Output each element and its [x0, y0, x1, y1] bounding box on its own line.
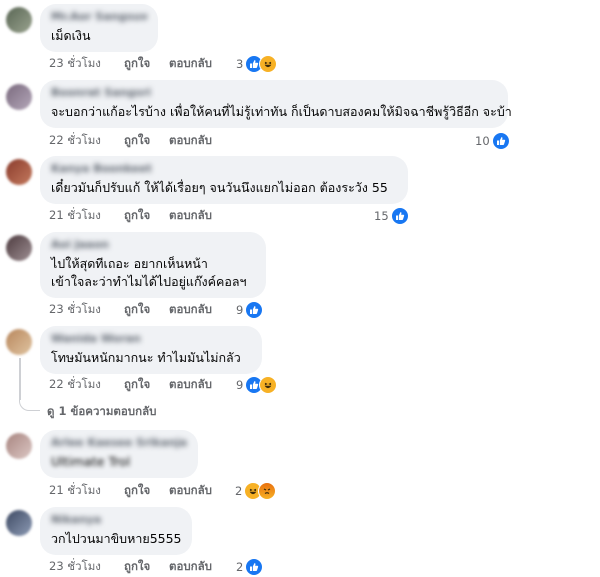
- reaction-summary[interactable]: 2: [236, 558, 264, 576]
- like-icon: [245, 558, 264, 576]
- like-button[interactable]: ถูกใจ: [124, 132, 169, 150]
- comment-text-line: ไปให้สุดทีเถอะ อยากเห็นหน้า: [51, 256, 208, 271]
- like-icon: [491, 132, 510, 150]
- comment-bubble: Kanya Boonkeet เดี๋ยวมันก็ปรับแก้ ให้ได้…: [40, 156, 408, 204]
- view-replies-link[interactable]: ดู 1 ข้อความตอบกลับ: [47, 403, 156, 421]
- comment-timestamp[interactable]: 23 ชั่วโมง: [49, 55, 124, 73]
- comment-bubble: Mr.Aor Sangsuwan เม็ดเงิน: [40, 4, 158, 52]
- reply-button[interactable]: ตอบกลับ: [169, 558, 212, 576]
- like-icon: [245, 301, 264, 319]
- like-button[interactable]: ถูกใจ: [124, 207, 169, 225]
- avatar[interactable]: [6, 235, 32, 261]
- reply-button[interactable]: ตอบกลับ: [169, 301, 212, 319]
- reply-button[interactable]: ตอบกลับ: [169, 55, 212, 73]
- comment-actions: 23 ชั่วโมง ถูกใจ ตอบกลับ: [49, 559, 212, 575]
- avatar[interactable]: [6, 329, 32, 355]
- reaction-count: 9: [236, 378, 244, 392]
- like-button[interactable]: ถูกใจ: [124, 558, 169, 576]
- comment-text: วกไปวนมาขิบหาย5555: [51, 531, 182, 546]
- comment-bubble: Aoi Jaaon ไปให้สุดทีเถอะ อยากเห็นหน้า เข…: [40, 232, 266, 298]
- reaction-summary[interactable]: 2: [235, 482, 277, 500]
- like-button[interactable]: ถูกใจ: [124, 301, 169, 319]
- haha-icon: [259, 55, 278, 73]
- comment-actions: 21 ชั่วโมง ถูกใจ ตอบกลับ: [49, 208, 212, 224]
- angry-icon: [258, 482, 277, 500]
- comment-timestamp[interactable]: 23 ชั่วโมง: [49, 301, 124, 319]
- comment-author[interactable]: Arlee Kaesee Srikanjai: [51, 436, 187, 448]
- comment-author[interactable]: Wanida Woran: [51, 332, 251, 344]
- avatar[interactable]: [6, 84, 32, 110]
- reaction-count: 15: [374, 209, 389, 223]
- comment-timestamp[interactable]: 22 ชั่วโมง: [49, 132, 124, 150]
- comment-actions: 23 ชั่วโมง ถูกใจ ตอบกลับ: [49, 56, 212, 72]
- comment-text: เดี๋ยวมันก็ปรับแก้ ให้ได้เรื่อยๆ จนวันนึ…: [51, 180, 388, 195]
- comment-actions: 21 ชั่วโมง ถูกใจ ตอบกลับ: [49, 483, 212, 499]
- reaction-count: 9: [236, 303, 244, 317]
- avatar[interactable]: [6, 7, 32, 33]
- comment-author[interactable]: Kanya Boonkeet: [51, 162, 397, 174]
- like-button[interactable]: ถูกใจ: [124, 55, 169, 73]
- comment-timestamp[interactable]: 21 ชั่วโมง: [49, 207, 124, 225]
- reaction-summary[interactable]: 9: [236, 301, 264, 319]
- comment-actions: 23 ชั่วโมง ถูกใจ ตอบกลับ: [49, 302, 212, 318]
- like-button[interactable]: ถูกใจ: [124, 482, 169, 500]
- comment-text: เม็ดเงิน: [51, 28, 91, 43]
- avatar[interactable]: [6, 510, 32, 536]
- comment-text: Ultimate Trol: [51, 454, 131, 469]
- reaction-count: 3: [236, 57, 244, 71]
- like-icon: [390, 207, 409, 225]
- avatar[interactable]: [6, 433, 32, 459]
- reaction-count: 10: [475, 134, 490, 148]
- reply-button[interactable]: ตอบกลับ: [169, 376, 212, 394]
- reply-button[interactable]: ตอบกลับ: [169, 207, 212, 225]
- comment-timestamp[interactable]: 23 ชั่วโมง: [49, 558, 124, 576]
- reaction-summary[interactable]: 10: [475, 132, 510, 150]
- comment-bubble: Boonrat Sangsri จะบอกว่าแก้อะไรบ้าง เพื่…: [40, 80, 512, 128]
- reply-button[interactable]: ตอบกลับ: [169, 132, 212, 150]
- comment-author[interactable]: Mr.Aor Sangsuwan: [51, 10, 147, 22]
- comment-bubble: Wanida Woran โทษมันหนักมากนะ ทำไมมันไม่ก…: [40, 326, 262, 374]
- like-button[interactable]: ถูกใจ: [124, 376, 169, 394]
- reaction-summary[interactable]: 9: [236, 376, 278, 394]
- reaction-count: 2: [235, 484, 243, 498]
- comment-actions: 22 ชั่วโมง ถูกใจ ตอบกลับ: [49, 133, 212, 149]
- comment-bubble: Arlee Kaesee Srikanjai Ultimate Trol: [40, 430, 198, 478]
- haha-icon: [259, 376, 278, 394]
- comment-author[interactable]: Nikanya: [51, 513, 181, 525]
- comment-timestamp[interactable]: 21 ชั่วโมง: [49, 482, 124, 500]
- comment-text: โทษมันหนักมากนะ ทำไมมันไม่กลัว: [51, 350, 241, 365]
- comment-timestamp[interactable]: 22 ชั่วโมง: [49, 376, 124, 394]
- reply-thread-curve: [19, 398, 40, 411]
- reply-thread-line: [19, 358, 21, 400]
- reaction-summary[interactable]: 3: [236, 55, 278, 73]
- comment-text-line: เข้าใจละว่าทำไมได้ไปอยู่แก๊งค์คอลฯ: [51, 274, 247, 289]
- reaction-summary[interactable]: 15: [374, 207, 409, 225]
- comment-author[interactable]: Aoi Jaaon: [51, 238, 255, 250]
- comment-author[interactable]: Boonrat Sangsri: [51, 86, 497, 98]
- comment-bubble: Nikanya วกไปวนมาขิบหาย5555: [40, 507, 192, 555]
- comment-actions: 22 ชั่วโมง ถูกใจ ตอบกลับ: [49, 377, 212, 393]
- reply-button[interactable]: ตอบกลับ: [169, 482, 212, 500]
- avatar[interactable]: [6, 159, 32, 185]
- reaction-count: 2: [236, 560, 244, 574]
- comment-text: จะบอกว่าแก้อะไรบ้าง เพื่อให้คนที่ไม่รู้เ…: [51, 104, 512, 119]
